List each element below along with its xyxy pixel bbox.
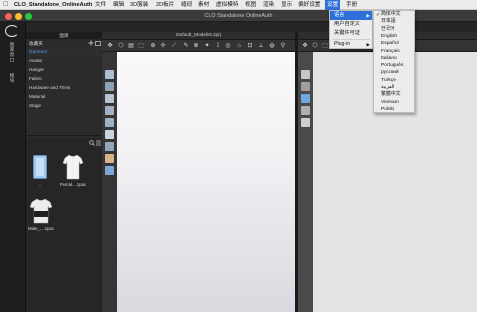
settings-dropdown-menu: 语言 ▶ 用户自定义 关键许可证 Plug-in ▶ — [329, 10, 373, 49]
library-item-favorites[interactable]: 收藏夹 — [27, 40, 101, 48]
3d-viewport[interactable] — [102, 32, 295, 312]
menu-view[interactable]: 视图 — [245, 0, 256, 10]
2d-transform-icon[interactable]: ⬡ — [311, 42, 319, 50]
menu-render[interactable]: 渲染 — [263, 0, 274, 10]
2d-grid-icon[interactable] — [301, 82, 310, 91]
menu-sewing[interactable]: 缝纫 — [181, 0, 192, 10]
garment-display-icon[interactable] — [105, 82, 114, 91]
menu-file[interactable]: 文件 — [95, 0, 106, 10]
left-sidebar — [0, 22, 26, 312]
transform-icon[interactable]: ⬡ — [117, 42, 125, 50]
menu-3d-garment[interactable]: 3D服装 — [130, 0, 148, 10]
clo-logo-icon — [5, 25, 19, 37]
folder-icon[interactable] — [33, 155, 47, 179]
apple-icon[interactable]:  — [3, 1, 11, 9]
submenu-arrow-icon: ▶ — [366, 13, 370, 18]
arrangement-icon[interactable]: ◍ — [268, 42, 276, 50]
app-name-menu[interactable]: CLO_Standalone_OnlineAuth — [14, 0, 92, 10]
macos-menu-bar:  CLO_Standalone_OnlineAuth 文件 编辑 3D服装 2… — [0, 0, 477, 10]
fit-map-icon[interactable] — [105, 130, 114, 139]
menu-item-plugin[interactable]: Plug-in ▶ — [330, 40, 372, 49]
menu-materials[interactable]: 素材 — [198, 0, 209, 10]
light-icon[interactable] — [105, 166, 114, 175]
2d-texture-icon[interactable] — [301, 94, 310, 103]
menu-item-label: Plug-in — [334, 41, 351, 47]
library-item-avatar[interactable]: Avatar — [27, 57, 101, 65]
garment-icon[interactable] — [63, 154, 83, 180]
measure-icon[interactable]: ⟋ — [170, 42, 178, 50]
menu-item-license-key[interactable]: 关键许可证 — [330, 29, 372, 38]
topstitch-icon[interactable]: ⟟ — [214, 42, 222, 50]
library-item-hanger[interactable]: Hanger — [27, 66, 101, 74]
menu-avatar[interactable]: 虚拟模特 — [216, 0, 238, 10]
edit-point-icon[interactable]: ⬚ — [321, 42, 329, 50]
fold-icon[interactable]: ▤ — [127, 42, 135, 50]
avatar-measure-icon[interactable]: ⟂ — [257, 42, 265, 50]
2d-notch-icon[interactable] — [301, 118, 310, 127]
library-divider — [26, 135, 102, 136]
2d-baseline-icon[interactable] — [301, 106, 310, 115]
zipper-icon[interactable]: ⊡ — [246, 42, 254, 50]
menu-item-label: 语言 — [334, 12, 345, 18]
2d-display-icon[interactable] — [301, 70, 310, 79]
thumbnail-label: Male_....zpac — [27, 226, 55, 231]
list-view-icon[interactable] — [96, 140, 101, 146]
garment-icon[interactable] — [30, 198, 52, 224]
menu-item-language[interactable]: 语言 ▶ — [330, 11, 372, 20]
skin-display-icon[interactable] — [105, 154, 114, 163]
language-label: 简体中文 — [381, 12, 401, 17]
seam-icon[interactable]: ⊗ — [192, 42, 200, 50]
3d-view-controls — [102, 52, 117, 312]
box-select-icon[interactable]: ⬚ — [137, 42, 145, 50]
wireframe-icon[interactable] — [105, 106, 114, 115]
library-item-stage[interactable]: Stage — [27, 102, 101, 110]
library-item-fabric[interactable]: Fabric — [27, 75, 101, 83]
avatar-display-icon[interactable] — [105, 70, 114, 79]
library-item-garment[interactable]: Garment — [27, 48, 101, 56]
library-header: 图库 — [26, 32, 102, 39]
simulation-icon[interactable]: ⚲ — [279, 42, 287, 50]
menu-2d-pattern[interactable]: 2D板片 — [156, 0, 174, 10]
tack-icon[interactable]: ✢ — [159, 42, 167, 50]
menu-preferences[interactable]: 偏好设置 — [298, 0, 320, 10]
menu-settings[interactable]: 设置 — [325, 0, 341, 10]
language-option-polish[interactable]: Polski — [374, 106, 414, 114]
library-item-material[interactable]: Material — [27, 93, 101, 101]
language-submenu: ✓ 简体中文 日本語 한국어 English Español Français … — [373, 10, 415, 113]
submenu-arrow-icon: ▶ — [366, 42, 370, 47]
select-move-icon[interactable]: ✥ — [106, 42, 114, 50]
menu-display[interactable]: 显示 — [281, 0, 292, 10]
menu-manual[interactable]: 手册 — [346, 0, 357, 10]
library-item-hardware-and-trims[interactable]: Hardware and Trims — [27, 84, 101, 92]
menu-edit[interactable]: 编辑 — [113, 0, 124, 10]
pattern-outline-icon[interactable] — [105, 142, 114, 151]
sidebar-library-window-tab[interactable]: 图库窗口 — [9, 42, 15, 62]
thumbnail-label: Femal....zpac — [59, 182, 87, 187]
button-tool-icon[interactable]: ◎ — [224, 42, 232, 50]
thumbnail-label: .. — [38, 182, 42, 187]
pin-icon[interactable]: ⊕ — [149, 42, 157, 50]
3d-window-tab[interactable]: Default_Modelist.zprj — [102, 32, 295, 40]
strain-map-icon[interactable] — [105, 118, 114, 127]
sidebar-modules-tab[interactable]: 模块 — [9, 73, 15, 83]
3d-toolbar: ✥ ⬡ ▤ ⬚ ⊕ ✢ ⟋ ✎ ⊗ ✦ ⟟ ◎ ⌂ ⊡ ⟂ ◍ ⚲ — [102, 40, 295, 52]
texture-icon[interactable]: ✦ — [203, 42, 211, 50]
menu-item-user-customization[interactable]: 用户自定义 — [330, 20, 372, 29]
2d-select-icon[interactable]: ✥ — [301, 42, 309, 50]
texture-display-icon[interactable] — [105, 94, 114, 103]
search-icon[interactable] — [89, 140, 95, 146]
buttonhole-icon[interactable]: ⌂ — [235, 42, 243, 50]
2d-view-controls — [298, 52, 313, 312]
pen-icon[interactable]: ✎ — [182, 42, 190, 50]
